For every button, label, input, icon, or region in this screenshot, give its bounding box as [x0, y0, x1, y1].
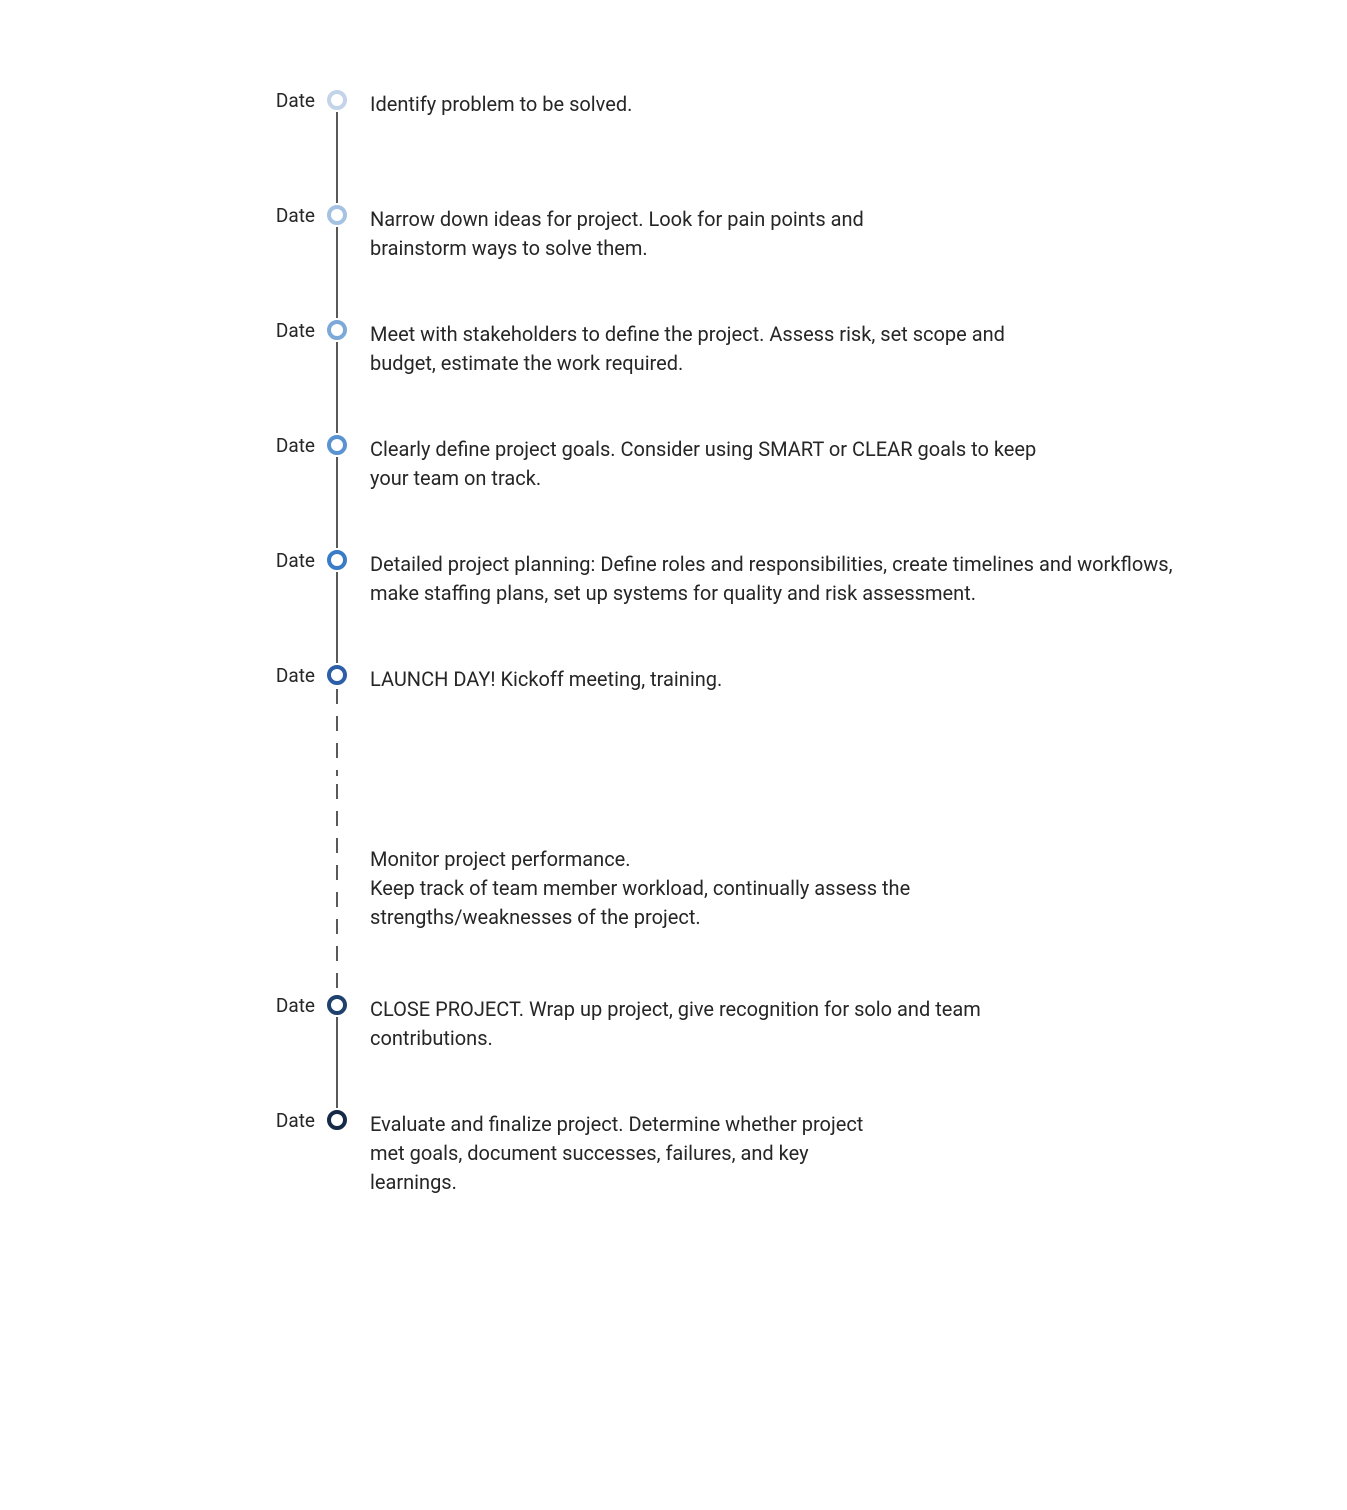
timeline-marker-circle: [327, 1110, 347, 1130]
timeline-marker-circle: [327, 665, 347, 685]
timeline-date-label: Date: [270, 205, 315, 228]
timeline-connector-line: [336, 689, 338, 776]
timeline-item-text: Narrow down ideas for project. Look for …: [370, 205, 930, 263]
timeline-marker-column: [326, 205, 348, 320]
timeline-marker-circle: [327, 90, 347, 110]
timeline-connector-line: [336, 112, 338, 203]
timeline-marker-column: [326, 1110, 348, 1225]
timeline-item-text: Detailed project planning: Define roles …: [370, 550, 1220, 608]
timeline-marker-column: [326, 435, 348, 550]
timeline-item-text: CLOSE PROJECT. Wrap up project, give rec…: [370, 995, 1070, 1053]
timeline-marker-circle: [327, 550, 347, 570]
timeline-marker-circle: [327, 995, 347, 1015]
timeline-marker-column: [326, 320, 348, 435]
timeline-connector-line: [336, 227, 338, 318]
timeline-marker-column: [326, 995, 348, 1110]
timeline-item-text: Meet with stakeholders to define the pro…: [370, 320, 1070, 378]
timeline-item-text: Evaluate and finalize project. Determine…: [370, 1110, 880, 1197]
timeline-marker-column: [326, 90, 348, 205]
timeline-item-text: Clearly define project goals. Consider u…: [370, 435, 1070, 493]
timeline-date-label: Date: [270, 1110, 315, 1133]
timeline-item: Date Detailed project planning: Define ro…: [270, 550, 1287, 665]
timeline-date-label: Date: [270, 665, 315, 688]
timeline-connector-line: [336, 1017, 338, 1108]
timeline-marker-circle: [327, 435, 347, 455]
timeline-item: Date Clearly define project goals. Consid…: [270, 435, 1287, 550]
timeline-item-text: Monitor project performance.Keep track o…: [370, 780, 930, 932]
timeline-marker-circle: [327, 205, 347, 225]
timeline-connector-line: [336, 457, 338, 548]
timeline-marker-column: [326, 550, 348, 665]
timeline-marker-column: [326, 665, 348, 780]
timeline-item: Date CLOSE PROJECT. Wrap up project, give…: [270, 995, 1287, 1110]
timeline-item: Date LAUNCH DAY! Kickoff meeting, trainin…: [270, 665, 1287, 780]
timeline-connector-line: [336, 784, 338, 991]
timeline-date-label: Date: [270, 320, 315, 343]
timeline-date-label: Date: [270, 435, 315, 458]
timeline-item: Date Evaluate and finalize project. Deter…: [270, 1110, 1287, 1225]
timeline-marker-column: [326, 780, 348, 995]
timeline-item-text: LAUNCH DAY! Kickoff meeting, training.: [370, 665, 722, 694]
timeline-connector-line: [336, 342, 338, 433]
timeline-date-label: Date: [270, 550, 315, 573]
timeline-item: Monitor project performance.Keep track o…: [270, 780, 1287, 995]
timeline-item: Date Meet with stakeholders to define the…: [270, 320, 1287, 435]
timeline-item-text: Identify problem to be solved.: [370, 90, 632, 119]
timeline-marker-circle: [327, 320, 347, 340]
timeline-item: Date Identify problem to be solved.: [270, 90, 1287, 205]
timeline-date-label: Date: [270, 90, 315, 113]
timeline-date-label: Date: [270, 995, 315, 1018]
timeline-connector-line: [336, 572, 338, 663]
project-timeline: Date Identify problem to be solved. Date Na…: [60, 90, 1287, 1225]
timeline-item: Date Narrow down ideas for project. Look …: [270, 205, 1287, 320]
